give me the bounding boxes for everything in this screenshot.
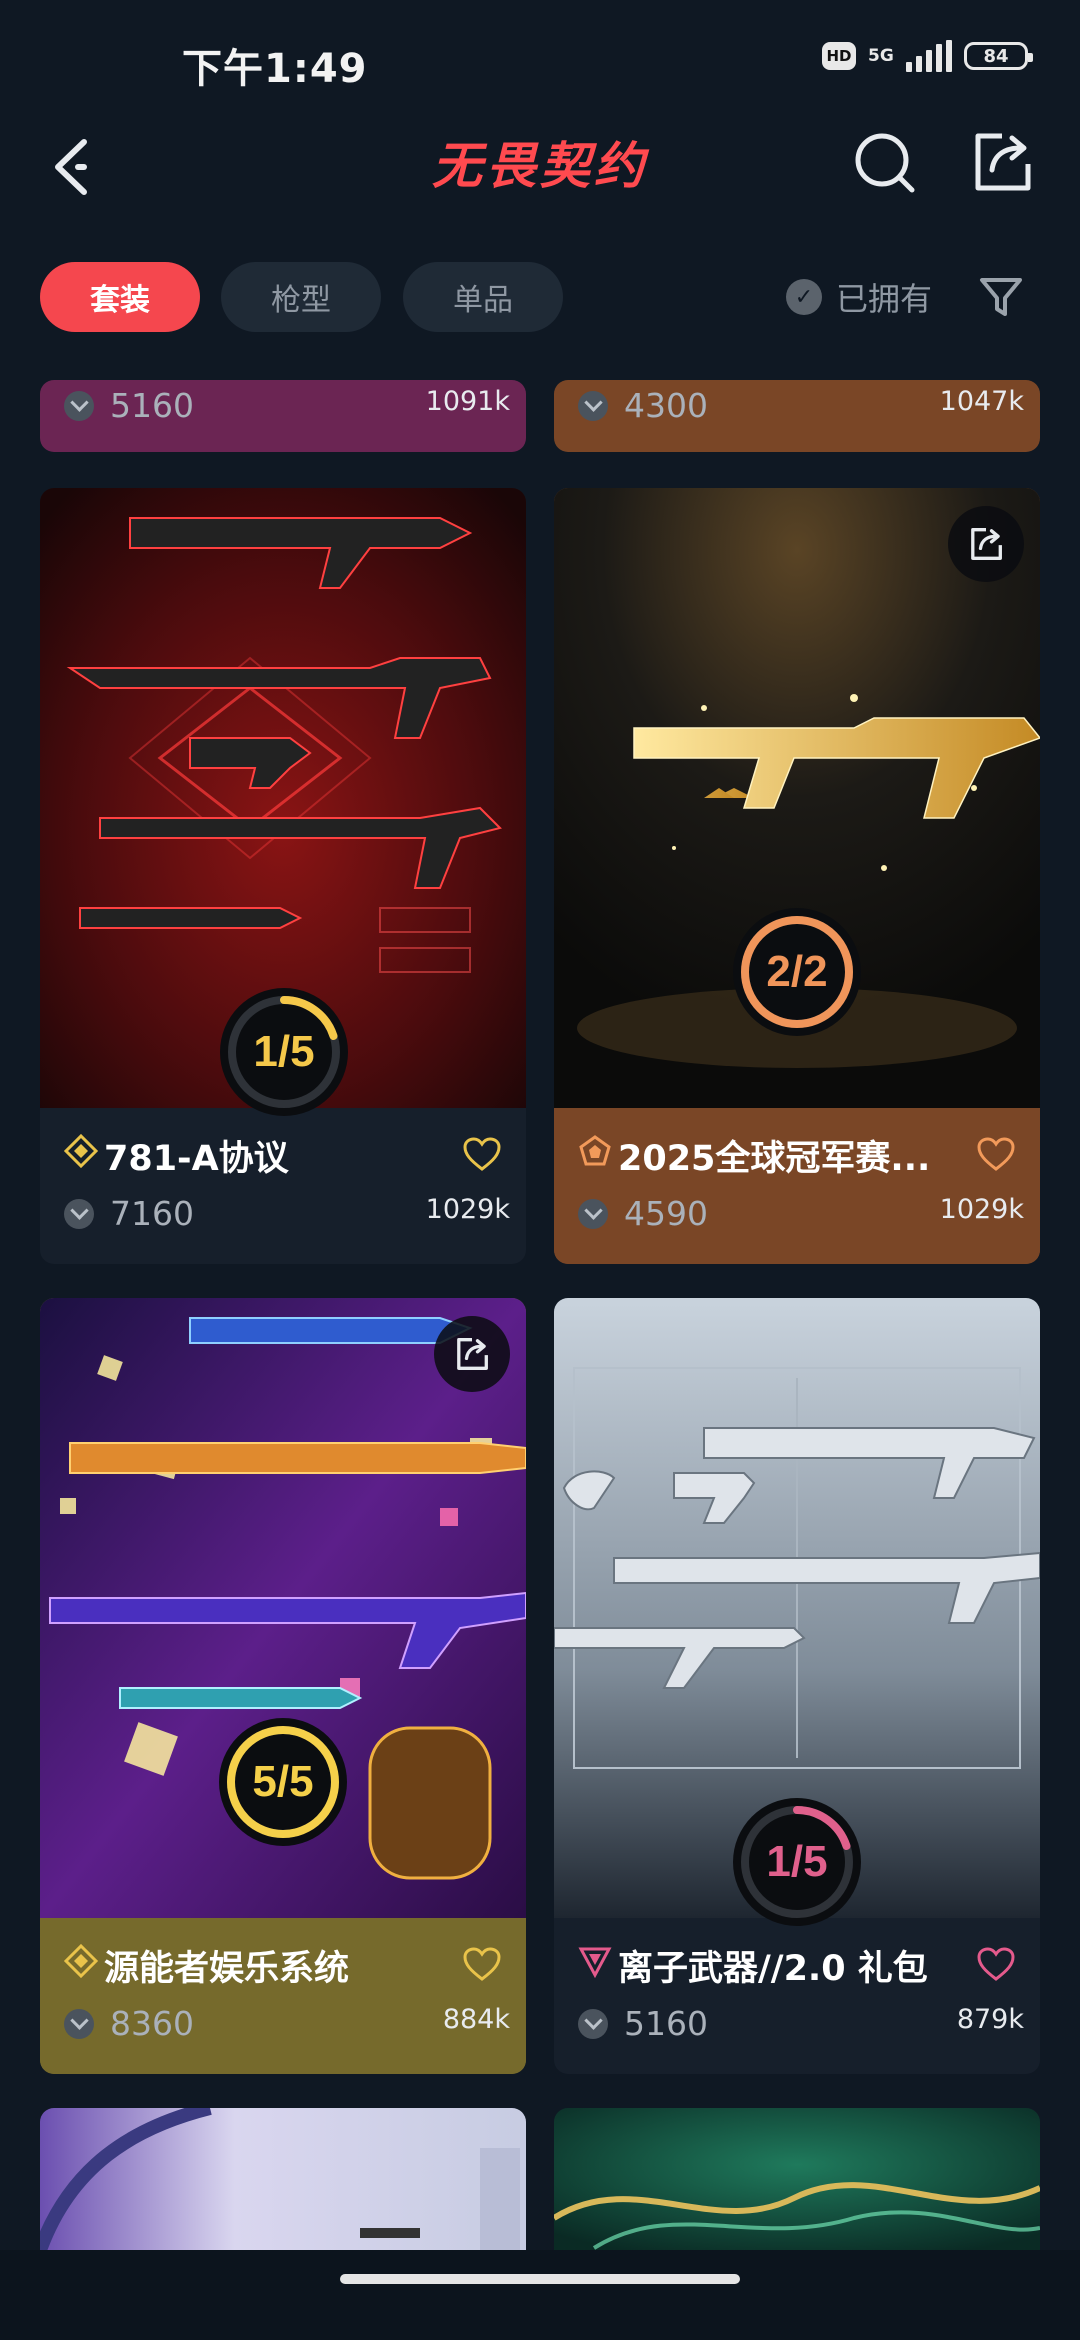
- bundle-name: 781-A协议: [104, 1139, 289, 1179]
- bundle-name: 2025全球冠军赛...: [618, 1139, 931, 1179]
- collection-progress-ring: 1/5: [220, 988, 348, 1116]
- bundle-card[interactable]: [40, 2108, 526, 2250]
- filter-bar: 套装 枪型 单品 ✓ 已拥有: [40, 262, 1050, 334]
- bundle-likes: 884k: [442, 2004, 510, 2035]
- progress-text: 1/5: [766, 1837, 828, 1886]
- bundle-likes: 1029k: [939, 1194, 1024, 1225]
- favorite-heart-icon[interactable]: [462, 1946, 502, 1982]
- status-bar: 下午1:49 HD 5G 84: [0, 0, 1080, 120]
- bundle-card[interactable]: [554, 2108, 1040, 2250]
- price-row: 8360: [64, 2004, 194, 2043]
- share-icon: [971, 528, 1002, 560]
- share-bundle-button[interactable]: [434, 1316, 510, 1392]
- bundle-card-781a[interactable]: 1/5 781-A协议 7160 1029k: [40, 488, 526, 1264]
- bundle-price: 5160: [110, 386, 194, 425]
- signal-icon: [906, 40, 952, 72]
- price-row: 7160: [64, 1194, 194, 1233]
- favorite-heart-icon[interactable]: [462, 1136, 502, 1172]
- collection-progress-ring: 2/2: [733, 908, 861, 1036]
- status-icons: HD 5G 84: [822, 40, 1033, 72]
- price-row: 5160: [64, 386, 194, 425]
- filter-icon[interactable]: [976, 272, 1026, 322]
- vp-coin-icon: [578, 1198, 608, 1229]
- favorite-heart-icon[interactable]: [976, 1136, 1016, 1172]
- progress-text: 1/5: [253, 1027, 315, 1076]
- status-time: 下午1:49: [182, 46, 368, 92]
- vp-coin-icon: [578, 2008, 608, 2039]
- favorite-heart-icon[interactable]: [976, 1946, 1016, 1982]
- card-info: 离子武器//2.0 礼包 5160 879k: [554, 1918, 1040, 2074]
- price-row: 4300: [578, 386, 708, 425]
- battery-icon: 84: [964, 42, 1033, 70]
- bundle-card[interactable]: 4300 1047k: [554, 380, 1040, 452]
- share-bundle-button[interactable]: [948, 506, 1024, 582]
- progress-text: 5/5: [252, 1757, 314, 1806]
- card-info: 2025全球冠军赛... 4590 1029k: [554, 1108, 1040, 1264]
- search-icon[interactable]: [846, 122, 926, 202]
- bundle-likes: 1029k: [425, 1194, 510, 1225]
- bundle-likes: 879k: [956, 2004, 1024, 2035]
- share-icon[interactable]: [962, 122, 1042, 202]
- price-row: 5160: [578, 2004, 708, 2043]
- collection-progress-ring: 1/5: [733, 1798, 861, 1926]
- bundle-price: 5160: [624, 2004, 708, 2043]
- bundle-name: 离子武器//2.0 礼包: [618, 1949, 928, 1989]
- bundle-price: 4300: [624, 386, 708, 425]
- vp-coin-icon: [64, 1198, 94, 1229]
- home-indicator[interactable]: [340, 2274, 740, 2284]
- owned-toggle[interactable]: ✓ 已拥有: [786, 262, 932, 332]
- tab-weapon-type[interactable]: 枪型: [221, 262, 381, 332]
- bundle-card-champions-2025[interactable]: 2/2 2025全球冠军赛... 4590 1029k: [554, 488, 1040, 1264]
- bundle-price: 8360: [110, 2004, 194, 2043]
- bundle-card-radiant-entertainment[interactable]: 5/5 源能者娱乐系统 8360 884k: [40, 1298, 526, 2074]
- vp-coin-icon: [578, 390, 608, 421]
- app-header: 无畏契约: [0, 110, 1080, 240]
- tab-bundles[interactable]: 套装: [40, 262, 200, 332]
- bundle-artwork: [554, 2108, 1040, 2250]
- bottom-safe-area: [0, 2250, 1080, 2340]
- bundle-grid: 5160 1091k 4300 1047k 1/5 781-A协议 7160 1…: [0, 380, 1080, 2250]
- vp-coin-icon: [64, 390, 94, 421]
- bundle-name: 源能者娱乐系统: [104, 1949, 350, 1989]
- hd-icon: HD: [822, 42, 856, 70]
- bundle-price: 7160: [110, 1194, 194, 1233]
- card-info: 源能者娱乐系统 8360 884k: [40, 1918, 526, 2074]
- progress-text: 2/2: [766, 947, 828, 996]
- price-row: 4590: [578, 1194, 708, 1233]
- tier-diamond-icon: [64, 1134, 98, 1168]
- bundle-likes: 1047k: [939, 386, 1024, 417]
- share-icon: [457, 1338, 488, 1370]
- battery-level: 84: [983, 45, 1009, 67]
- tier-triangle-icon: [578, 1947, 612, 1978]
- bundle-price: 4590: [624, 1194, 708, 1233]
- vp-coin-icon: [64, 2008, 94, 2039]
- tier-pentagon-icon: [579, 1135, 611, 1166]
- owned-label: 已拥有: [836, 280, 933, 318]
- card-info: 781-A协议 7160 1029k: [40, 1108, 526, 1264]
- collection-progress-ring: 5/5: [219, 1718, 347, 1846]
- check-icon: ✓: [786, 279, 822, 315]
- bundle-card[interactable]: 5160 1091k: [40, 380, 526, 452]
- tier-diamond-icon: [64, 1944, 98, 1978]
- network-type: 5G: [868, 45, 894, 66]
- tab-single-item[interactable]: 单品: [403, 262, 563, 332]
- bundle-artwork: [40, 2108, 526, 2250]
- bundle-likes: 1091k: [425, 386, 510, 417]
- bundle-card-ion-2[interactable]: 1/5 离子武器//2.0 礼包 5160 879k: [554, 1298, 1040, 2074]
